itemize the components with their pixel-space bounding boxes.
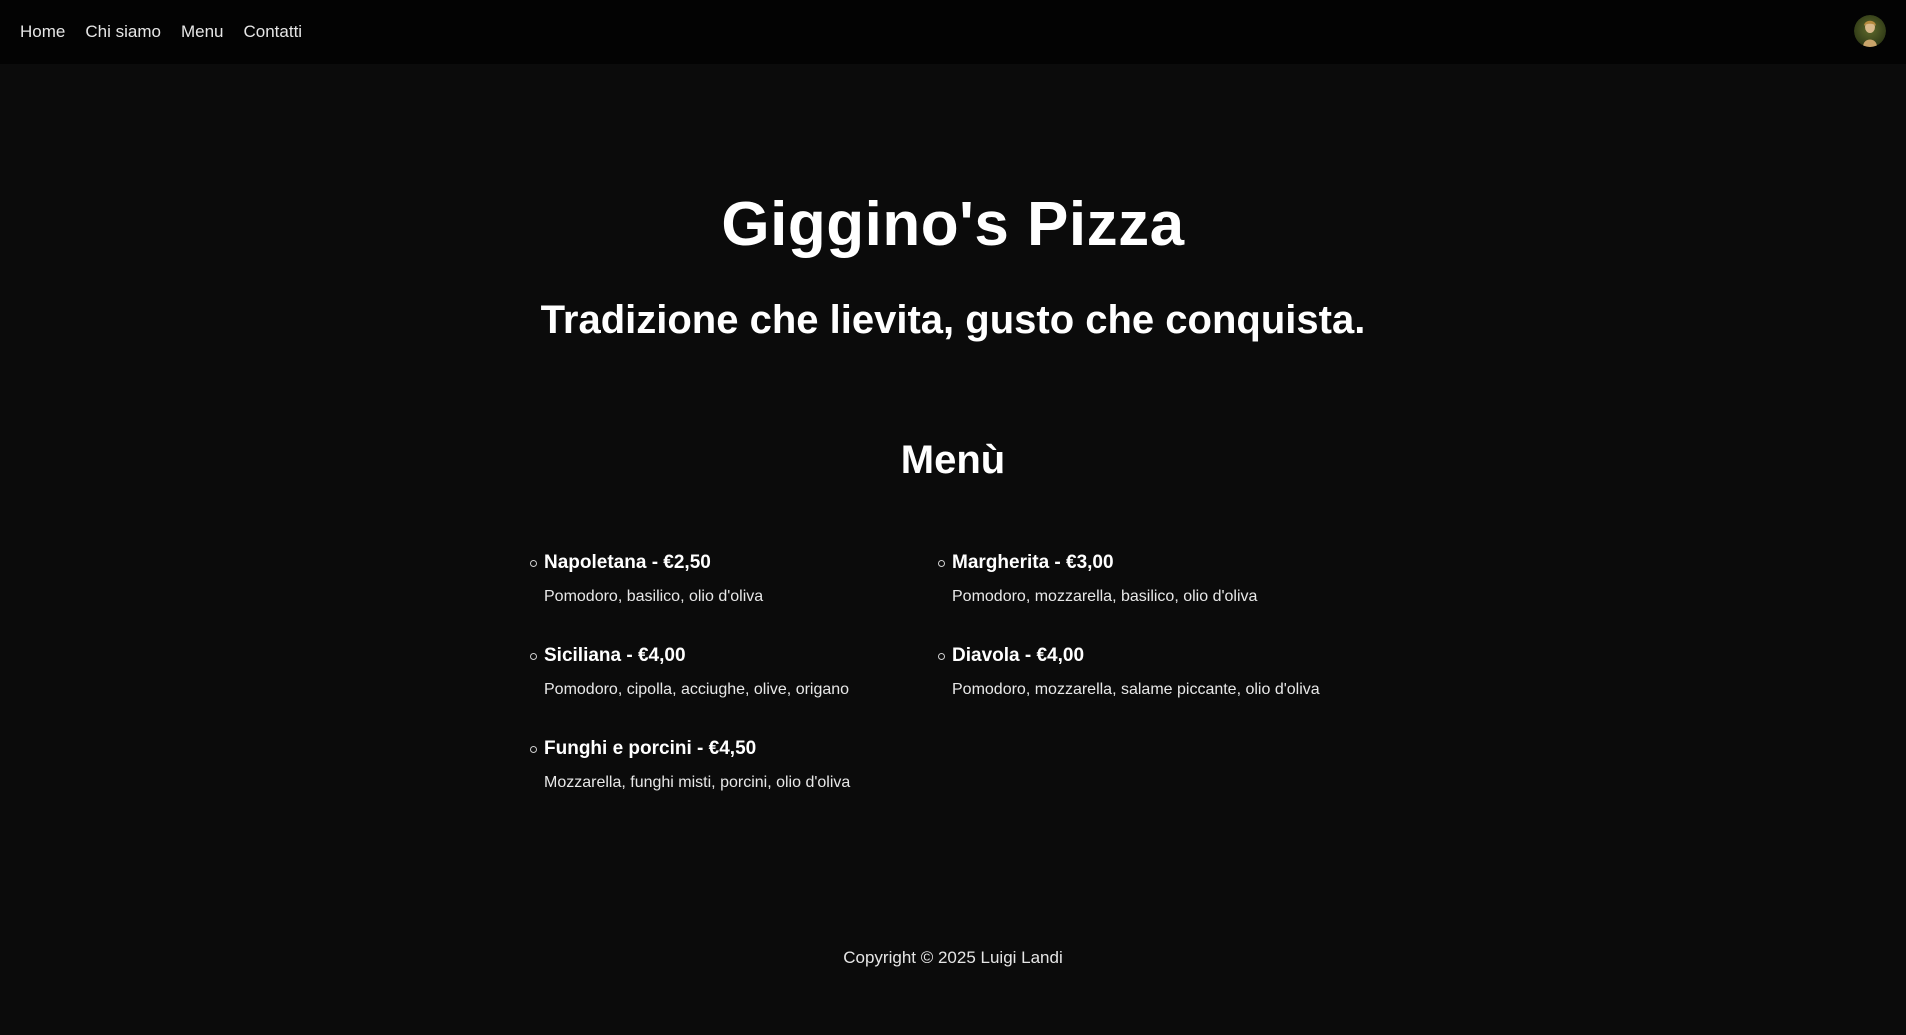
avatar-icon[interactable]	[1854, 15, 1886, 47]
menu-item-margherita: Margherita - €3,00 Pomodoro, mozzarella,…	[938, 545, 1320, 609]
menu-item-desc: Pomodoro, mozzarella, salame piccante, o…	[952, 681, 1320, 698]
nav-link-chi-siamo[interactable]: Chi siamo	[85, 22, 161, 42]
circle-bullet-icon	[530, 560, 537, 567]
menu-item-desc: Pomodoro, basilico, olio d'oliva	[544, 588, 764, 605]
nav-link-contatti[interactable]: Contatti	[243, 22, 302, 42]
menu-item-siciliana: Siciliana - €4,00 Pomodoro, cipolla, acc…	[530, 638, 850, 702]
menu-item-name: Funghi e porcini - €4,50	[544, 738, 757, 759]
menu-item-desc: Pomodoro, cipolla, acciughe, olive, orig…	[544, 681, 850, 698]
nav-links: Home Chi siamo Menu Contatti	[20, 22, 322, 42]
menu-list-right: Margherita - €3,00 Pomodoro, mozzarella,…	[938, 545, 1320, 731]
circle-bullet-icon	[938, 560, 945, 567]
menu-item-name: Napoletana - €2,50	[544, 552, 711, 573]
nav-link-home[interactable]: Home	[20, 22, 65, 42]
menu-item-name: Margherita - €3,00	[952, 552, 1114, 573]
hero-subtitle: Tradizione che lievita, gusto che conqui…	[540, 298, 1366, 342]
circle-bullet-icon	[530, 653, 537, 660]
menu-item-desc: Mozzarella, funghi misti, porcini, olio …	[544, 774, 851, 791]
menu-title: Menù	[900, 438, 1006, 482]
menu-item-desc: Pomodoro, mozzarella, basilico, olio d'o…	[952, 588, 1258, 605]
menu-item-diavola: Diavola - €4,00 Pomodoro, mozzarella, sa…	[938, 638, 1320, 702]
circle-bullet-icon	[530, 746, 537, 753]
footer-copyright: Copyright © 2025 Luigi Landi	[843, 948, 1063, 967]
hero-title: Giggino's Pizza	[721, 190, 1185, 259]
menu-item-funghi-porcini: Funghi e porcini - €4,50 Mozzarella, fun…	[530, 731, 850, 795]
menu-item-napoletana: Napoletana - €2,50 Pomodoro, basilico, o…	[530, 545, 850, 609]
menu-item-name: Diavola - €4,00	[952, 645, 1085, 666]
circle-bullet-icon	[938, 653, 945, 660]
menu-list-left: Napoletana - €2,50 Pomodoro, basilico, o…	[530, 545, 850, 824]
menu-item-name: Siciliana - €4,00	[544, 645, 686, 666]
nav-link-menu[interactable]: Menu	[181, 22, 224, 42]
navbar: Home Chi siamo Menu Contatti	[0, 0, 1906, 64]
